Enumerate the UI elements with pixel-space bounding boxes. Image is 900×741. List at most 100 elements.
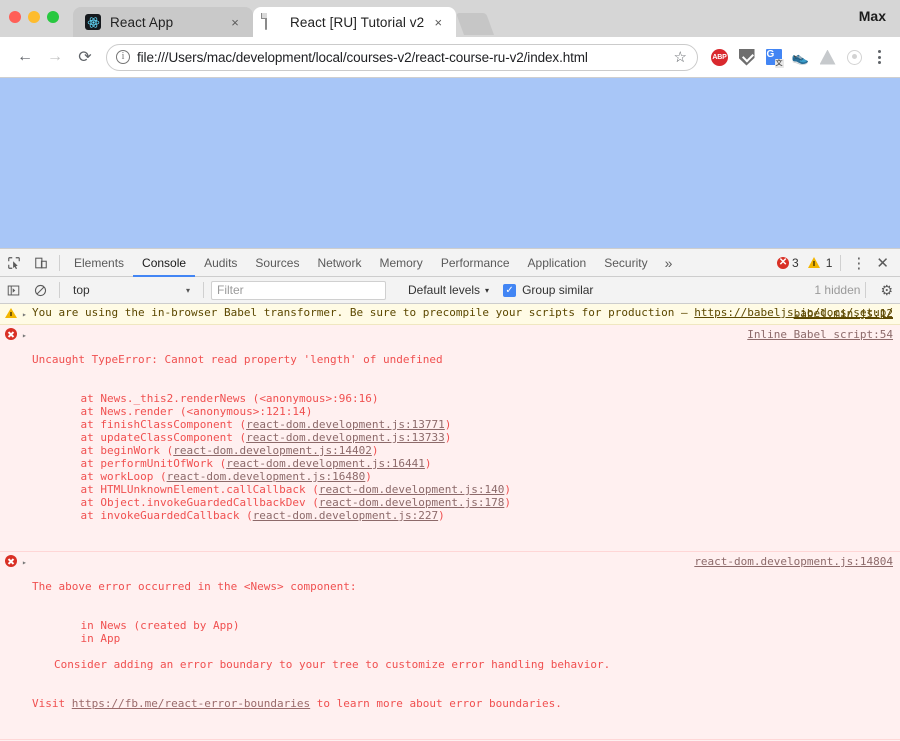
console-context-selector[interactable]: top ▾ bbox=[65, 281, 198, 300]
google-translate-icon[interactable]: G bbox=[760, 45, 787, 69]
devtools-menu-icon[interactable]: ⋮ bbox=[846, 254, 871, 272]
stack-frame: at News._this2.renderNews (<anonymous>:9… bbox=[54, 392, 379, 405]
page-viewport[interactable] bbox=[0, 78, 900, 248]
new-tab-button[interactable] bbox=[456, 13, 495, 35]
stack-frame-link[interactable]: react-dom.development.js:227 bbox=[253, 509, 438, 522]
browser-toolbar: ← → ⟳ i file:///Users/mac/development/lo… bbox=[0, 37, 900, 78]
devtools-tab-memory[interactable]: Memory bbox=[370, 249, 431, 277]
stack-frame-link[interactable]: react-dom.development.js:13771 bbox=[246, 418, 445, 431]
stack-frame: at finishClassComponent (react-dom.devel… bbox=[54, 418, 452, 431]
devtools-tabbar: Elements Console Audits Sources Network … bbox=[0, 248, 900, 277]
hidden-messages-count[interactable]: 1 hidden bbox=[814, 283, 860, 297]
error-icon bbox=[0, 554, 22, 736]
close-tab-icon[interactable]: × bbox=[430, 14, 446, 30]
stack-frame: in News (created by App) bbox=[54, 619, 240, 632]
expand-arrow-icon[interactable]: ▸ bbox=[22, 327, 32, 548]
error-count: 3 bbox=[792, 255, 799, 270]
stack-frame-link[interactable]: react-dom.development.js:13733 bbox=[246, 431, 445, 444]
console-error-stack: in News (created by App) in App Consider … bbox=[32, 619, 894, 671]
page-info-icon[interactable]: i bbox=[116, 50, 130, 64]
stack-frame-link: <anonymous>:121:14 bbox=[186, 405, 306, 418]
stack-frame-link[interactable]: react-dom.development.js:140 bbox=[319, 483, 504, 496]
show-console-sidebar-icon[interactable] bbox=[0, 276, 27, 304]
browser-tab-react-app[interactable]: React App × bbox=[73, 7, 253, 37]
devtools-tab-network[interactable]: Network bbox=[308, 249, 370, 277]
console-context-value: top bbox=[73, 283, 90, 297]
console-message-error-2[interactable]: ▸ The above error occurred in the <News>… bbox=[0, 552, 900, 740]
minimize-window-button[interactable] bbox=[28, 11, 40, 23]
log-levels-dropdown[interactable]: Default levels ▾ bbox=[408, 283, 489, 297]
more-panels-icon[interactable]: » bbox=[657, 255, 681, 271]
inspect-element-icon[interactable] bbox=[0, 249, 27, 277]
reload-icon[interactable]: ⟳ bbox=[70, 43, 100, 71]
console-error-footer: Visit https://fb.me/react-error-boundari… bbox=[32, 697, 562, 710]
console-message-error-1[interactable]: ▸ Uncaught TypeError: Cannot read proper… bbox=[0, 325, 900, 552]
devtools-tab-elements[interactable]: Elements bbox=[65, 249, 133, 277]
chrome-menu-icon[interactable] bbox=[868, 50, 890, 64]
forward-icon[interactable]: → bbox=[40, 43, 70, 71]
browser-window: React App × React [RU] Tutorial v2 × Max… bbox=[0, 0, 900, 741]
close-window-button[interactable] bbox=[9, 11, 21, 23]
console-filter-placeholder: Filter bbox=[217, 283, 244, 297]
error-icon: ✕ bbox=[777, 256, 790, 269]
window-controls bbox=[9, 11, 59, 23]
warning-icon bbox=[807, 257, 820, 268]
shield-icon[interactable] bbox=[733, 45, 760, 69]
stack-frame: at Object.invokeGuardedCallbackDev (reac… bbox=[54, 496, 511, 509]
devtools-tab-security[interactable]: Security bbox=[595, 249, 656, 277]
settings-gear-icon[interactable]: ⚙ bbox=[871, 282, 900, 299]
devtools-tab-application[interactable]: Application bbox=[519, 249, 596, 277]
checkbox-icon[interactable]: ✓ bbox=[503, 283, 517, 297]
divider bbox=[59, 254, 60, 271]
stack-frame: at HTMLUnknownElement.callCallback (reac… bbox=[54, 483, 511, 496]
stack-frame: at beginWork (react-dom.development.js:1… bbox=[54, 444, 379, 457]
window-user-label[interactable]: Max bbox=[859, 8, 886, 24]
close-tab-icon[interactable]: × bbox=[227, 14, 243, 30]
adblock-plus-icon[interactable]: ABP bbox=[706, 45, 733, 69]
stack-frame-link[interactable]: react-dom.development.js:16441 bbox=[226, 457, 425, 470]
log-levels-label: Default levels bbox=[408, 283, 481, 297]
devtools-tab-performance[interactable]: Performance bbox=[432, 249, 519, 277]
console-message-body: The above error occurred in the <News> c… bbox=[32, 554, 900, 736]
console-filter-input[interactable]: Filter bbox=[211, 280, 386, 300]
error-count-badge[interactable]: ✕ 3 bbox=[777, 256, 799, 270]
devtools-tab-sources[interactable]: Sources bbox=[246, 249, 308, 277]
stack-frame: Consider adding an error boundary to you… bbox=[54, 658, 611, 671]
maximize-window-button[interactable] bbox=[47, 11, 59, 23]
console-message-text: You are using the in-browser Babel trans… bbox=[32, 306, 893, 319]
expand-arrow-icon[interactable]: ▸ bbox=[22, 306, 32, 321]
address-bar[interactable]: i file:///Users/mac/development/local/co… bbox=[106, 43, 698, 71]
stack-frame: at invokeGuardedCallback (react-dom.deve… bbox=[54, 509, 445, 522]
clear-console-icon[interactable] bbox=[27, 276, 54, 304]
react-icon bbox=[85, 14, 101, 30]
expand-arrow-icon[interactable]: ▸ bbox=[22, 554, 32, 736]
device-toolbar-icon[interactable] bbox=[27, 249, 54, 277]
back-icon[interactable]: ← bbox=[10, 43, 40, 71]
react-error-boundaries-link[interactable]: https://fb.me/react-error-boundaries bbox=[72, 697, 310, 710]
devtools-tab-console[interactable]: Console bbox=[133, 249, 195, 277]
console-message-body: Uncaught TypeError: Cannot read property… bbox=[32, 327, 900, 548]
sneaker-icon[interactable]: 👟 bbox=[787, 45, 814, 69]
console-filter-bar: top ▾ Filter Default levels ▾ ✓ Group si… bbox=[0, 277, 900, 304]
warning-count-badge[interactable]: 1 bbox=[807, 256, 832, 270]
group-similar-toggle[interactable]: ✓ Group similar bbox=[503, 283, 593, 297]
stack-frame: in App bbox=[54, 632, 121, 645]
stack-frame-link[interactable]: react-dom.development.js:14402 bbox=[173, 444, 372, 457]
stack-frame-link[interactable]: react-dom.development.js:178 bbox=[319, 496, 504, 509]
tab-list: React App × React [RU] Tutorial v2 × bbox=[73, 0, 495, 37]
console-message-source[interactable]: babel.min.js:12 bbox=[794, 307, 893, 320]
warning-icon bbox=[0, 306, 22, 321]
google-drive-icon[interactable] bbox=[814, 45, 841, 69]
browser-tab-react-ru-tutorial-v2[interactable]: React [RU] Tutorial v2 × bbox=[253, 7, 457, 37]
console-message-source[interactable]: react-dom.development.js:14804 bbox=[694, 555, 893, 568]
bookmark-star-icon[interactable]: ☆ bbox=[674, 48, 687, 66]
console-error-stack: at News._this2.renderNews (<anonymous>:9… bbox=[32, 392, 894, 522]
console-message-warning[interactable]: ▸ You are using the in-browser Babel tra… bbox=[0, 304, 900, 325]
console-message-list[interactable]: ▸ You are using the in-browser Babel tra… bbox=[0, 304, 900, 741]
target-icon[interactable] bbox=[841, 45, 868, 69]
console-message-source[interactable]: Inline Babel script:54 bbox=[747, 328, 893, 341]
devtools-tab-audits[interactable]: Audits bbox=[195, 249, 246, 277]
close-devtools-icon[interactable]: ✕ bbox=[871, 254, 894, 272]
address-bar-url: file:///Users/mac/development/local/cour… bbox=[137, 49, 588, 65]
stack-frame-link[interactable]: react-dom.development.js:16480 bbox=[167, 470, 366, 483]
